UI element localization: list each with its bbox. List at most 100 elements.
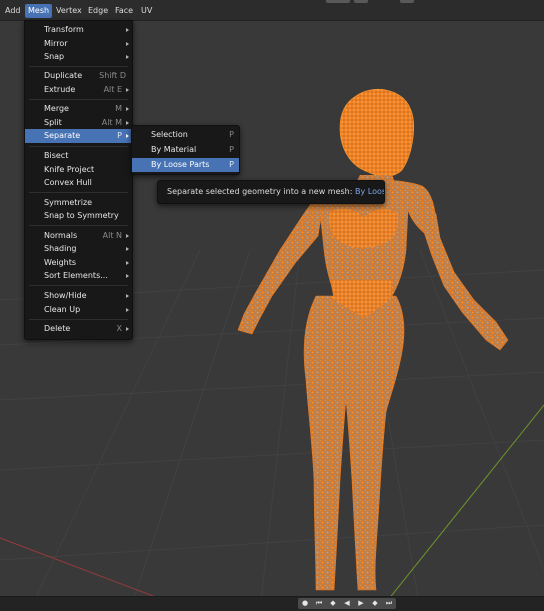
menu-item-shortcut: Alt M — [101, 118, 122, 127]
menu-item-bisect[interactable]: Bisect — [25, 149, 132, 163]
menu-item-label: Split — [44, 118, 62, 127]
menu-separator — [29, 285, 128, 286]
menu-item-shortcut: Alt E — [103, 85, 122, 94]
menu-mesh[interactable]: Mesh — [25, 4, 53, 18]
menu-item-label: Merge — [44, 104, 69, 113]
submenu-item-label: By Material — [151, 145, 197, 154]
submenu-item-shortcut: P — [229, 145, 234, 154]
menu-item-label: Delete — [44, 324, 71, 333]
submenu-item-by-material[interactable]: By Material P — [132, 143, 239, 157]
submenu-item-label: By Loose Parts — [151, 160, 210, 169]
menu-item-label: Weights — [44, 258, 77, 267]
menu-item-shortcut: X — [116, 324, 122, 333]
menu-uv[interactable]: UV — [138, 4, 155, 18]
submenu-item-shortcut: P — [229, 160, 234, 169]
playback-controls: ● ⏮ ◆ ◀ ▶ ◆ ⏭ — [298, 598, 396, 609]
menu-item-label: Sort Elements... — [44, 271, 108, 280]
menu-item-label: Shading — [44, 244, 77, 253]
menu-separator — [29, 192, 128, 193]
header-widget[interactable] — [354, 0, 368, 3]
menu-separator — [29, 319, 128, 320]
play-reverse-icon[interactable]: ◀ — [341, 598, 353, 609]
menu-item-label: Symmetrize — [44, 198, 93, 207]
menu-separator — [29, 99, 128, 100]
submenu-arrow-icon — [126, 121, 129, 125]
menu-face[interactable]: Face — [112, 4, 136, 18]
menu-item-symmetrize[interactable]: Symmetrize — [25, 196, 132, 210]
menu-item-label: Clean Up — [44, 305, 81, 314]
submenu-item-by-loose-parts[interactable]: By Loose Parts P — [132, 158, 239, 172]
editor-header: Add Mesh Vertex Edge Face UV — [0, 0, 544, 21]
menu-item-label: Snap to Symmetry — [44, 211, 119, 220]
submenu-arrow-icon — [126, 308, 129, 312]
menu-item-show-hide[interactable]: Show/Hide — [25, 289, 132, 303]
character-mesh — [237, 89, 509, 591]
menu-vertex[interactable]: Vertex — [53, 4, 85, 18]
submenu-item-selection[interactable]: Selection P — [132, 128, 239, 142]
menu-item-label: Convex Hull — [44, 178, 92, 187]
menu-item-label: Transform — [44, 25, 84, 34]
menu-item-transform[interactable]: Transform — [25, 23, 132, 37]
submenu-arrow-icon — [126, 327, 129, 331]
menu-item-split[interactable]: Split Alt M — [25, 116, 132, 130]
mesh-menu: Transform Mirror Snap Duplicate Shift D E… — [24, 20, 133, 340]
submenu-arrow-icon — [126, 55, 129, 59]
menu-item-label: Show/Hide — [44, 291, 87, 300]
jump-start-icon[interactable]: ⏮ — [313, 598, 325, 609]
menu-item-knife-project[interactable]: Knife Project — [25, 163, 132, 177]
menu-add[interactable]: Add — [2, 4, 24, 18]
header-widget[interactable] — [326, 0, 350, 3]
menu-item-separate[interactable]: Separate P — [25, 129, 132, 143]
operator-tooltip: Separate selected geometry into a new me… — [157, 180, 385, 204]
menu-item-delete[interactable]: Delete X — [25, 322, 132, 336]
menu-item-label: Bisect — [44, 151, 69, 160]
menu-item-shortcut: Shift D — [99, 71, 126, 80]
tooltip-operator-name: By Loose Parts — [354, 187, 384, 196]
menu-item-mirror[interactable]: Mirror — [25, 37, 132, 51]
menu-item-label: Normals — [44, 231, 78, 240]
menu-item-label: Extrude — [44, 85, 76, 94]
submenu-arrow-icon — [126, 247, 129, 251]
separate-submenu: Selection P By Material P By Loose Parts P — [131, 125, 240, 175]
menu-item-duplicate[interactable]: Duplicate Shift D — [25, 69, 132, 83]
tooltip-description: Separate selected geometry into a new me… — [167, 187, 353, 196]
menu-item-convex-hull[interactable]: Convex Hull — [25, 176, 132, 190]
menu-item-weights[interactable]: Weights — [25, 256, 132, 270]
menu-separator — [29, 146, 128, 147]
menu-item-merge[interactable]: Merge M — [25, 102, 132, 116]
menu-item-shortcut: M — [115, 104, 122, 113]
submenu-arrow-icon — [126, 88, 129, 92]
submenu-arrow-icon — [126, 261, 129, 265]
submenu-arrow-icon — [126, 107, 129, 111]
menu-edge[interactable]: Edge — [85, 4, 111, 18]
submenu-item-label: Selection — [151, 130, 188, 139]
submenu-arrow-icon — [126, 134, 129, 138]
menu-item-extrude[interactable]: Extrude Alt E — [25, 83, 132, 97]
play-icon[interactable]: ▶ — [355, 598, 367, 609]
tooltip-text: Separate selected geometry into a new me… — [167, 181, 384, 203]
submenu-arrow-icon — [126, 274, 129, 278]
header-widget[interactable] — [400, 0, 414, 3]
menu-item-snap-to-symmetry[interactable]: Snap to Symmetry — [25, 209, 132, 223]
menu-item-label: Mirror — [44, 39, 68, 48]
menu-separator — [29, 66, 128, 67]
record-icon[interactable]: ● — [299, 598, 311, 609]
menu-item-label: Separate — [44, 131, 81, 140]
prev-keyframe-icon[interactable]: ◆ — [327, 598, 339, 609]
submenu-item-shortcut: P — [229, 130, 234, 139]
menu-item-shortcut: Alt N — [102, 231, 122, 240]
submenu-arrow-icon — [126, 28, 129, 32]
submenu-arrow-icon — [126, 234, 129, 238]
menu-item-normals[interactable]: Normals Alt N — [25, 229, 132, 243]
submenu-arrow-icon — [126, 294, 129, 298]
jump-end-icon[interactable]: ⏭ — [383, 598, 395, 609]
menu-item-label: Duplicate — [44, 71, 83, 80]
menu-item-shortcut: P — [117, 131, 122, 140]
menu-item-sort-elements[interactable]: Sort Elements... — [25, 269, 132, 283]
menu-item-snap[interactable]: Snap — [25, 50, 132, 64]
menu-item-clean-up[interactable]: Clean Up — [25, 303, 132, 317]
submenu-arrow-icon — [126, 42, 129, 46]
menu-item-label: Knife Project — [44, 165, 95, 174]
next-keyframe-icon[interactable]: ◆ — [369, 598, 381, 609]
menu-item-shading[interactable]: Shading — [25, 242, 132, 256]
